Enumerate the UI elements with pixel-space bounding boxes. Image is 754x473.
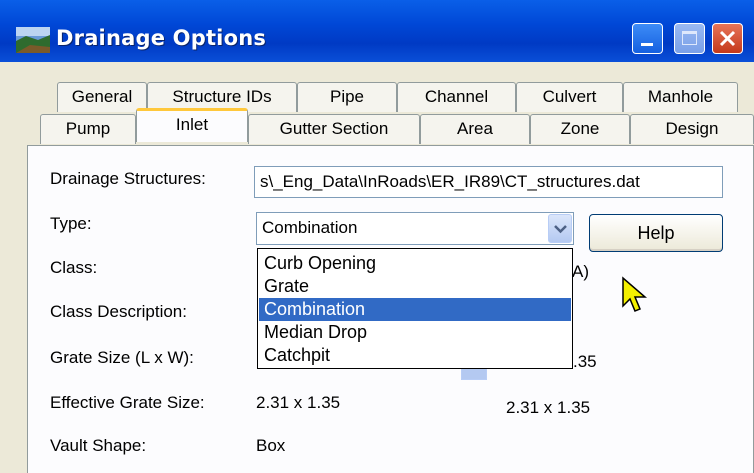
effective-grate-size-label: Effective Grate Size: xyxy=(50,393,205,412)
effective-grate-size-value: 2.31 x 1.35 xyxy=(256,393,341,412)
dropdown-option-combination[interactable]: Combination xyxy=(259,298,571,321)
help-button[interactable]: Help xyxy=(589,214,723,252)
grate-size-value-right: .35 xyxy=(573,352,597,371)
drainage-options-window: Drainage Options General Structure IDs P… xyxy=(0,0,754,473)
tab-gutter-section[interactable]: Gutter Section xyxy=(248,114,420,144)
tab-pump[interactable]: Pump xyxy=(40,114,136,144)
close-button[interactable] xyxy=(712,23,743,54)
app-icon xyxy=(16,27,50,53)
class-description-label: Class Description: xyxy=(50,302,187,321)
tab-culvert[interactable]: Culvert xyxy=(516,82,623,112)
vault-shape-value: Box xyxy=(256,436,286,455)
drainage-structures-field[interactable]: s\_Eng_Data\InRoads\ER_IR89\CT_structure… xyxy=(254,166,723,198)
tab-general[interactable]: General xyxy=(57,82,147,112)
maximize-button[interactable] xyxy=(674,23,705,54)
tab-manhole[interactable]: Manhole xyxy=(623,82,738,112)
title-bar[interactable]: Drainage Options xyxy=(0,0,754,62)
type-combo[interactable]: Combination xyxy=(256,212,574,245)
class-label: Class: xyxy=(50,258,98,277)
type-label: Type: xyxy=(50,214,92,233)
grate-size-label: Grate Size (L x W): xyxy=(50,348,194,367)
type-combo-button[interactable] xyxy=(548,214,572,243)
type-combo-value: Combination xyxy=(262,218,358,237)
close-icon xyxy=(719,30,736,47)
tab-channel[interactable]: Channel xyxy=(397,82,516,112)
dropdown-option-catchpit[interactable]: Catchpit xyxy=(259,344,571,367)
dropdown-option-median-drop[interactable]: Median Drop xyxy=(259,321,571,344)
maximize-icon xyxy=(682,31,697,45)
dropdown-option-grate[interactable]: Grate xyxy=(259,275,571,298)
drainage-structures-label: Drainage Structures: xyxy=(50,169,206,188)
tab-design[interactable]: Design xyxy=(630,114,754,144)
tab-inlet[interactable]: Inlet xyxy=(136,108,248,142)
minimize-button[interactable] xyxy=(632,23,663,54)
tab-area[interactable]: Area xyxy=(420,114,530,144)
vault-shape-label: Vault Shape: xyxy=(50,436,147,455)
class-value: A) xyxy=(572,262,589,281)
window-title: Drainage Options xyxy=(56,26,267,50)
chevron-down-icon xyxy=(554,225,567,234)
tab-pipe[interactable]: Pipe xyxy=(297,82,397,112)
type-dropdown-list[interactable]: Curb Opening Grate Combination Median Dr… xyxy=(257,248,573,369)
effective-grate-size-value-right: 2.31 x 1.35 xyxy=(506,398,591,417)
tab-zone[interactable]: Zone xyxy=(530,114,630,144)
mouse-cursor-icon xyxy=(622,276,648,312)
dropdown-option-curb-opening[interactable]: Curb Opening xyxy=(259,252,571,275)
minimize-icon xyxy=(641,43,653,46)
